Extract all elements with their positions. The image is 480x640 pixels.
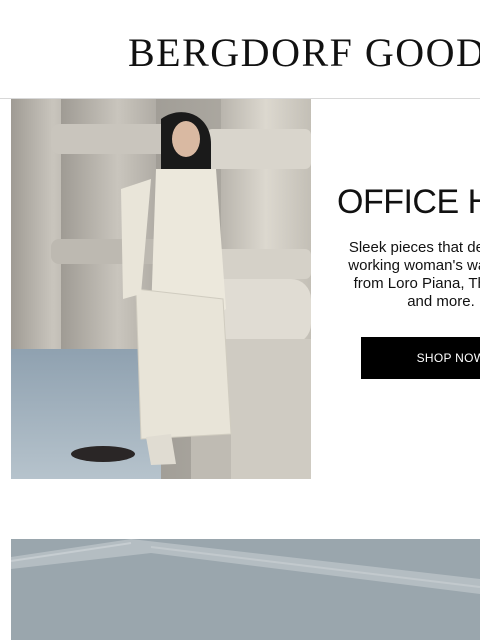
pavement-photo <box>11 539 480 640</box>
promo-headline: OFFICE HOURS <box>337 183 480 221</box>
shop-now-button[interactable]: SHOP NOW <box>361 337 480 379</box>
brand-logo[interactable]: BERGDORF GOODMAN <box>128 30 480 76</box>
site-header: BERGDORF GOODMAN <box>0 0 480 99</box>
promo-panel: OFFICE HOURS Sleek pieces that define th… <box>311 99 480 479</box>
secondary-image[interactable] <box>11 539 480 640</box>
model-photo <box>11 99 311 479</box>
hero-image[interactable] <box>11 99 311 479</box>
promo-description: Sleek pieces that define the working wom… <box>348 239 480 310</box>
